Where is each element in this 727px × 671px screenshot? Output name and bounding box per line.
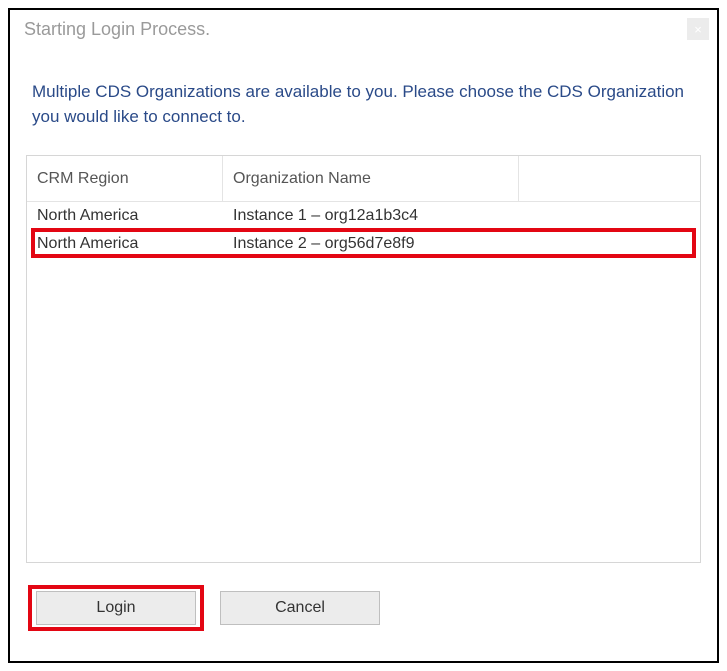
login-button[interactable]: Login (36, 591, 196, 625)
dialog-window: Starting Login Process. × Multiple CDS O… (8, 8, 719, 663)
cell-region: North America (27, 205, 223, 227)
cancel-button[interactable]: Cancel (220, 591, 380, 625)
org-grid: CRM Region Organization Name North Ameri… (26, 155, 701, 563)
col-header-region[interactable]: CRM Region (27, 156, 223, 201)
cell-org: Instance 1 – org12a1b3c4 (223, 205, 700, 227)
col-header-empty (519, 156, 700, 201)
window-title: Starting Login Process. (24, 19, 210, 40)
button-row: Login Cancel (26, 563, 701, 637)
cell-region: North America (27, 233, 223, 255)
close-icon[interactable]: × (687, 18, 709, 40)
cell-org: Instance 2 – org56d7e8f9 (223, 233, 700, 255)
content-area: Multiple CDS Organizations are available… (10, 46, 717, 661)
table-row[interactable]: North AmericaInstance 1 – org12a1b3c4 (27, 202, 700, 230)
col-header-org[interactable]: Organization Name (223, 156, 519, 201)
grid-body: North AmericaInstance 1 – org12a1b3c4Nor… (27, 202, 700, 562)
grid-header-row: CRM Region Organization Name (27, 156, 700, 202)
instructions-text: Multiple CDS Organizations are available… (26, 80, 701, 129)
titlebar: Starting Login Process. × (10, 10, 717, 46)
table-row[interactable]: North AmericaInstance 2 – org56d7e8f9 (27, 230, 700, 258)
